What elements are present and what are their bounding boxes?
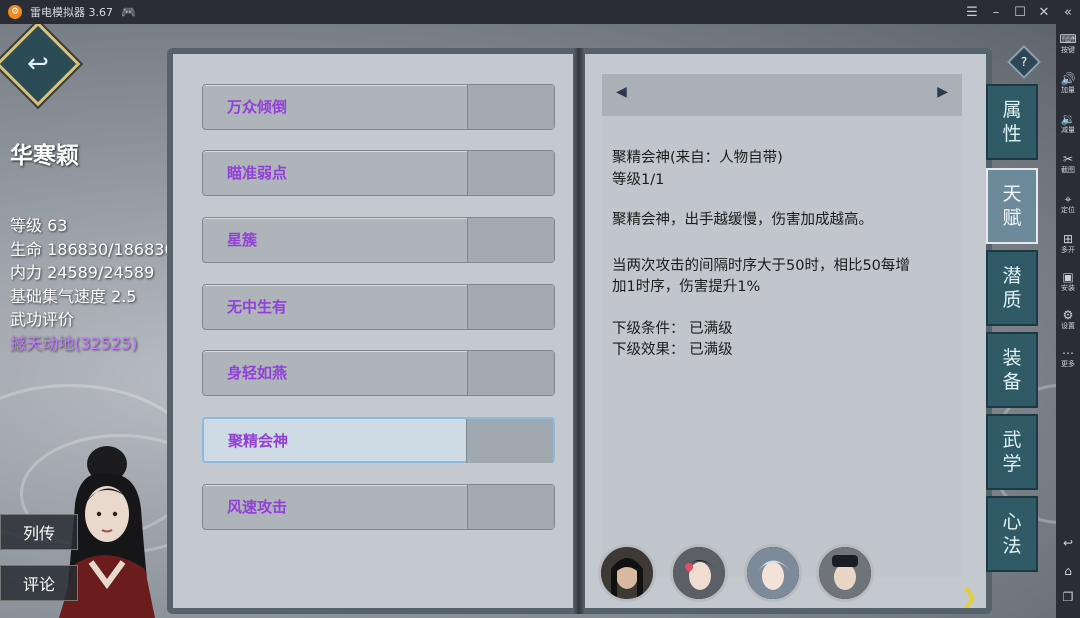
- avatar-portrait: [673, 547, 725, 599]
- help-button[interactable]: ?: [1007, 45, 1041, 79]
- tab-attributes[interactable]: 属 性: [986, 84, 1038, 160]
- skill-name: 瞄准弱点: [227, 164, 288, 182]
- level-stat: 等级 63: [10, 216, 68, 235]
- gear-icon: ⚙: [1062, 308, 1074, 322]
- more-icon: ⋯: [1062, 346, 1074, 360]
- next-page-arrow-icon[interactable]: ❯: [961, 584, 978, 608]
- game-screen: ↩ 华寒颖 等级 63 生命 186830/186830 内力 24589/24…: [0, 24, 1056, 618]
- hp-stat: 生命 186830/186830: [10, 239, 175, 259]
- toolbar-volume-down-button[interactable]: 🔉 减量: [1056, 112, 1080, 134]
- rating-value: 撼天动地(32525): [10, 333, 138, 353]
- toolbar-settings-button[interactable]: ⚙ 设置: [1056, 308, 1080, 330]
- volume-up-icon: 🔊: [1060, 72, 1076, 86]
- tab-talents[interactable]: 天 赋: [986, 168, 1038, 244]
- emulator-toolbar: ⌨ 按键 🔊 加量 🔉 减量 ✂ 截图 ⌖ 定位 ⊞ 多开 ▣ 安装 ⚙ 设置 ⋯ 更多 ↩ ⌂ …: [1056, 24, 1080, 618]
- detail-level: 等级1/1: [612, 172, 665, 188]
- home-icon: ⌂: [1064, 564, 1072, 578]
- location-icon: ⌖: [1064, 192, 1072, 206]
- avatar-portrait: [601, 547, 653, 599]
- toolbar-install-button[interactable]: ▣ 安装: [1056, 270, 1080, 292]
- emulator-title-bar: ⚙ 雷电模拟器 3.67 🎮 ☰ – ☐ ✕ «: [0, 0, 1080, 24]
- skill-slot: [467, 285, 554, 329]
- skill-slot: [466, 419, 553, 463]
- back-arrow-icon: ↩: [1062, 536, 1074, 550]
- skill-row[interactable]: 万众倾倒: [202, 84, 555, 130]
- skill-slot: [467, 85, 554, 129]
- apk-install-icon: ▣: [1062, 270, 1074, 284]
- window-controls: ☰ – ☐ ✕ «: [960, 0, 1080, 24]
- character-name: 华寒颖: [10, 142, 79, 169]
- close-icon[interactable]: ✕: [1032, 0, 1056, 24]
- skill-row[interactable]: 身轻如燕: [202, 350, 555, 396]
- skill-name: 星簇: [227, 231, 258, 249]
- detail-summary: 聚精会神，出手越缓慢，伤害加成越高。: [612, 212, 873, 228]
- next-level-condition: 下级条件： 已满级: [612, 321, 733, 337]
- detail-header: ◀ ▶: [602, 74, 962, 116]
- biography-button[interactable]: 列传: [0, 514, 78, 550]
- rating-label: 武功评价: [10, 310, 75, 329]
- prev-arrow-icon[interactable]: ◀: [616, 84, 627, 100]
- skill-slot: [467, 151, 554, 195]
- skill-name: 聚精会神: [228, 432, 289, 450]
- skill-row[interactable]: 风速攻击: [202, 484, 555, 530]
- toolbar-volume-up-button[interactable]: 🔊 加量: [1056, 72, 1080, 94]
- multi-instance-icon: ⊞: [1062, 232, 1074, 246]
- next-level-effect: 下级效果： 已满级: [612, 342, 733, 358]
- tab-inner-arts[interactable]: 心 法: [986, 496, 1038, 572]
- mp-stat: 内力 24589/24589: [10, 263, 155, 282]
- toolbar-keyboard-button[interactable]: ⌨ 按键: [1056, 32, 1080, 54]
- skill-row[interactable]: 星簇: [202, 217, 555, 263]
- nav-recent-button[interactable]: ❐: [1056, 590, 1080, 604]
- detail-title: 聚精会神(来自：人物自带): [612, 150, 783, 166]
- skill-name: 身轻如燕: [227, 364, 288, 382]
- tab-martial-arts[interactable]: 武 学: [986, 414, 1038, 490]
- avatar-portrait: [747, 547, 799, 599]
- avatar-portrait: [819, 547, 871, 599]
- recent-apps-icon: ❐: [1062, 590, 1074, 604]
- toolbar-screenshot-button[interactable]: ✂ 截图: [1056, 152, 1080, 174]
- skill-name: 万众倾倒: [227, 98, 288, 116]
- skill-slot: [467, 485, 554, 529]
- keyboard-icon: ⌨: [1059, 32, 1077, 46]
- detail-effect-line-1: 当两次攻击的间隔时序大于50时，相比50每增: [612, 258, 910, 274]
- detail-effect-line-2: 加1时序，伤害提升1%: [612, 279, 761, 295]
- menu-icon[interactable]: ☰: [960, 0, 984, 24]
- toolbar-multi-instance-button[interactable]: ⊞ 多开: [1056, 232, 1080, 254]
- skill-name: 无中生有: [227, 298, 288, 316]
- help-icon: ?: [1020, 55, 1028, 69]
- skill-row[interactable]: 无中生有: [202, 284, 555, 330]
- comment-button[interactable]: 评论: [0, 565, 78, 601]
- skill-name: 风速攻击: [227, 498, 288, 516]
- volume-down-icon: 🔉: [1060, 112, 1076, 126]
- party-avatar[interactable]: [744, 544, 802, 602]
- window-title: 雷电模拟器 3.67: [30, 6, 113, 19]
- skill-slot: [467, 351, 554, 395]
- skill-row-selected[interactable]: 聚精会神: [202, 417, 555, 463]
- return-arrow-icon: ↩: [27, 49, 49, 79]
- maximize-icon[interactable]: ☐: [1008, 0, 1032, 24]
- nav-back-button[interactable]: ↩: [1056, 536, 1080, 550]
- toolbar-location-button[interactable]: ⌖ 定位: [1056, 192, 1080, 214]
- party-avatar[interactable]: [670, 544, 728, 602]
- toolbar-more-button[interactable]: ⋯ 更多: [1056, 346, 1080, 368]
- gamepad-icon[interactable]: 🎮: [121, 5, 136, 19]
- party-avatar[interactable]: [598, 544, 656, 602]
- qi-speed-stat: 基础集气速度 2.5: [10, 286, 137, 306]
- party-avatar[interactable]: [816, 544, 874, 602]
- tab-potential[interactable]: 潜 质: [986, 250, 1038, 326]
- skill-slot: [467, 218, 554, 262]
- book-spine: [573, 48, 585, 614]
- scissors-icon: ✂: [1062, 152, 1074, 166]
- collapse-sidebar-icon[interactable]: «: [1056, 0, 1080, 24]
- nav-home-button[interactable]: ⌂: [1056, 564, 1080, 578]
- tab-equipment[interactable]: 装 备: [986, 332, 1038, 408]
- emulator-logo-icon: ⚙: [8, 5, 22, 19]
- character-stats: 等级 63 生命 186830/186830 内力 24589/24589 基础…: [10, 214, 175, 355]
- minimize-icon[interactable]: –: [984, 0, 1008, 24]
- next-arrow-icon[interactable]: ▶: [937, 84, 948, 100]
- back-button[interactable]: ↩: [0, 24, 81, 107]
- skill-row[interactable]: 瞄准弱点: [202, 150, 555, 196]
